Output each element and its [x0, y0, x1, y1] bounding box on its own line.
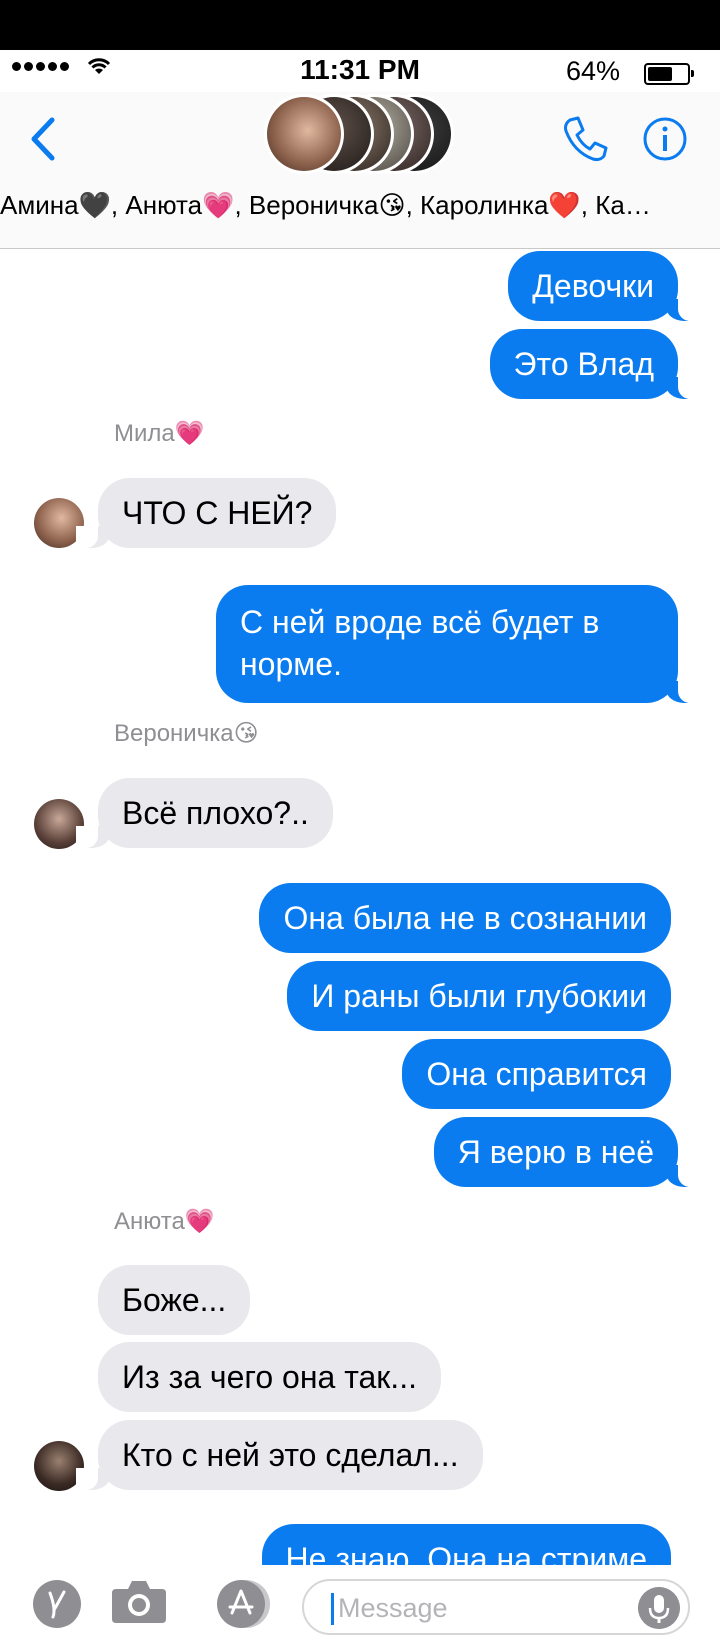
sender-name: Мила💗 — [114, 420, 205, 447]
app-store-icon[interactable] — [216, 1579, 272, 1629]
outgoing-message[interactable]: Я верю в неё — [433, 1117, 701, 1187]
apps-icon[interactable] — [32, 1579, 82, 1629]
member-avatar — [264, 94, 344, 174]
incoming-message[interactable]: ЧТО С НЕЙ? — [75, 478, 337, 548]
top-bezel — [0, 0, 720, 50]
outgoing-message[interactable]: И раны были глубокии — [287, 961, 671, 1031]
conversation-header: Амина🖤, Анюта💗, Вероничка😘, Каролинка❤️,… — [0, 92, 720, 249]
info-icon[interactable] — [642, 116, 688, 162]
battery-icon — [644, 63, 694, 85]
message-list[interactable]: Девочки Это Влад Мила💗 ЧТО С НЕЙ? С ней … — [0, 249, 720, 1565]
outgoing-message[interactable]: Девочки — [508, 251, 700, 321]
phone-icon[interactable] — [560, 114, 610, 164]
text-cursor — [331, 1593, 334, 1625]
outgoing-message[interactable]: Она справится — [402, 1039, 671, 1109]
incoming-message[interactable]: Из за чего она так... — [98, 1342, 441, 1412]
incoming-message[interactable]: Кто с ней это сделал... — [76, 1420, 483, 1490]
group-members-list[interactable]: Амина🖤, Анюта💗, Вероничка😘, Каролинка❤️,… — [0, 190, 720, 221]
outgoing-message[interactable]: Это Влад — [489, 329, 701, 399]
sender-name: Анюта💗 — [114, 1208, 215, 1235]
outgoing-message[interactable]: Не знаю. Она на стриме — [261, 1524, 671, 1565]
status-bar: 11:31 PM 64% — [0, 50, 720, 92]
microphone-icon[interactable] — [638, 1587, 680, 1629]
battery-percent: 64% — [565, 56, 620, 86]
group-avatars[interactable] — [264, 94, 456, 178]
compose-bar: Message — [0, 1565, 720, 1650]
message-input[interactable]: Message — [302, 1579, 690, 1635]
sender-name: Вероничка😘 — [114, 720, 259, 747]
outgoing-message[interactable]: Она была не в сознании — [259, 883, 671, 953]
camera-icon[interactable] — [110, 1575, 168, 1627]
message-placeholder: Message — [338, 1593, 448, 1623]
incoming-message[interactable]: Боже... — [98, 1265, 251, 1335]
back-chevron-icon[interactable] — [24, 114, 64, 164]
outgoing-message[interactable]: С ней вроде всё будет в норме. — [216, 585, 700, 703]
incoming-message[interactable]: Всё плохо?.. — [76, 778, 333, 848]
